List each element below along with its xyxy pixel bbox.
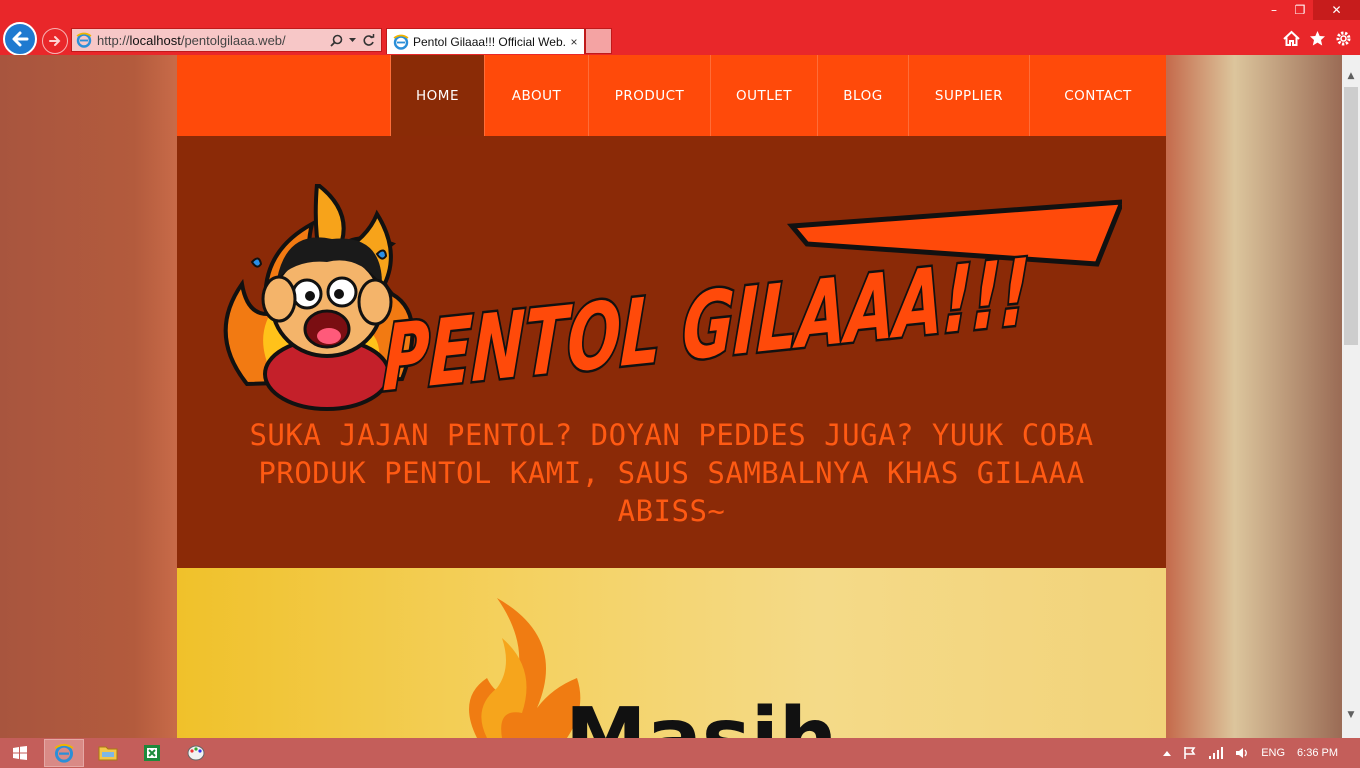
tray-expand-icon[interactable] [1163,750,1172,756]
nav-about[interactable]: ABOUT [484,55,588,136]
close-button[interactable]: ✕ [1313,0,1360,20]
tab-close-icon[interactable]: × [567,35,581,49]
new-tab-button[interactable] [585,28,612,54]
browser-toolbar-icons [1283,30,1352,47]
ie-logo-icon [76,32,92,48]
taskbar-excel[interactable] [132,739,172,767]
scroll-up-arrow-icon[interactable]: ▲ [1342,67,1360,84]
taskbar-explorer[interactable] [88,739,128,767]
favorites-star-icon[interactable] [1309,30,1326,47]
url-host: localhost [129,32,181,48]
address-url[interactable]: http://localhost/pentolgilaaa.web/ [97,33,330,48]
window-controls: – ❐ ✕ [1261,0,1360,20]
volume-icon[interactable] [1235,747,1249,759]
gear-icon[interactable] [1335,30,1352,47]
nav-product[interactable]: PRODUCT [588,55,710,136]
excel-icon [144,745,160,761]
arrow-right-icon [49,36,61,46]
pentol-gilaaa-logo[interactable]: PENTOL GILAAA!!! [217,184,1122,412]
address-tools [330,33,381,47]
minimize-button[interactable]: – [1261,0,1287,20]
nav-contact[interactable]: CONTACT [1029,55,1166,136]
nav-home[interactable]: HOME [390,55,484,136]
search-icon[interactable] [330,34,343,47]
back-button[interactable] [3,22,37,56]
hero: PENTOL GILAAA!!! SUKA JAJAN PENTOL? DOYA… [177,136,1166,568]
nav-blog[interactable]: BLOG [817,55,908,136]
taskbar: ENG 6:36 PM [0,738,1360,768]
url-path: /pentolgilaaa.web/ [180,32,286,48]
banner-title: Masih [565,698,837,739]
ie-logo-icon [54,743,74,763]
logo-wordmark: PENTOL GILAAA!!! [381,238,1031,412]
browser-tab[interactable]: Pentol Gilaaa!!! Official Web... × [386,28,585,54]
scroll-down-arrow-icon[interactable]: ▼ [1342,706,1360,723]
vertical-scrollbar[interactable]: ▲ ▼ [1342,55,1360,738]
flag-icon[interactable] [1183,746,1197,760]
tab-title: Pentol Gilaaa!!! Official Web... [413,34,567,49]
refresh-icon[interactable] [362,33,375,47]
dropdown-icon[interactable] [349,37,356,43]
forward-button[interactable] [42,28,68,54]
taskbar-ie[interactable] [44,739,84,767]
website: HOME ABOUT PRODUCT OUTLET BLOG SUPPLIER … [177,55,1166,738]
nav-outlet[interactable]: OUTLET [710,55,817,136]
arrow-left-icon [12,31,29,47]
folder-icon [98,746,118,761]
restore-button[interactable]: ❐ [1287,0,1313,20]
page-viewport: HOME ABOUT PRODUCT OUTLET BLOG SUPPLIER … [0,55,1342,738]
start-button[interactable] [0,739,40,767]
url-prefix: http:// [97,32,130,48]
paint-icon [187,745,205,761]
language-indicator[interactable]: ENG [1261,747,1285,759]
promo-banner: Masih [177,568,1166,738]
clock[interactable]: 6:36 PM [1297,747,1338,759]
system-tray: ENG 6:36 PM [1163,738,1360,768]
taskbar-paint[interactable] [176,739,216,767]
network-signal-icon[interactable] [1209,747,1224,759]
windows-logo-icon [13,746,27,760]
home-icon[interactable] [1283,30,1300,47]
address-bar[interactable]: http://localhost/pentolgilaaa.web/ [71,28,382,52]
browser-chrome: http://localhost/pentolgilaaa.web/ Pento… [0,0,1360,56]
scrollbar-thumb[interactable] [1344,87,1358,345]
ie-logo-icon [393,34,409,50]
hero-tagline: SUKA JAJAN PENTOL? DOYAN PEDDES JUGA? YU… [249,418,1094,528]
nav-supplier[interactable]: SUPPLIER [908,55,1029,136]
main-nav: HOME ABOUT PRODUCT OUTLET BLOG SUPPLIER … [177,55,1166,136]
